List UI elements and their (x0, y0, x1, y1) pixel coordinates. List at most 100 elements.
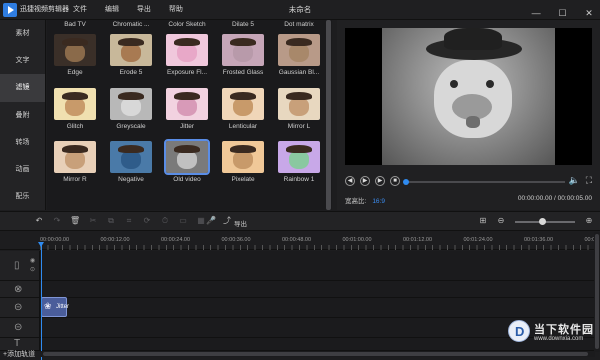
filter-tile[interactable]: Erode 5 (103, 34, 159, 76)
sidebar-item-transition[interactable]: 转场 (0, 129, 45, 156)
filter-thumbnail[interactable] (166, 88, 208, 120)
filter-track[interactable] (40, 298, 595, 318)
scrollbar-thumb[interactable] (326, 20, 331, 210)
fit-icon[interactable]: ⊞ (478, 216, 488, 226)
add-track-button[interactable]: +添加轨道 (3, 349, 35, 359)
video-preview[interactable] (345, 28, 592, 165)
zoom-out-icon[interactable]: ⊖ (496, 216, 506, 226)
export-icon[interactable]: ⤴ (222, 216, 232, 226)
filter-thumbnail[interactable] (110, 141, 152, 173)
filter-thumbnail[interactable] (164, 139, 210, 175)
copy-icon[interactable]: ⧉ (106, 216, 116, 226)
rotate-icon[interactable]: ⟳ (142, 216, 152, 226)
filter-label: Mirror L (287, 123, 311, 130)
filter-tile[interactable]: Pixelate (215, 141, 271, 183)
zoom-knob[interactable] (539, 218, 546, 225)
freeze-icon[interactable]: ▭ (178, 216, 188, 226)
menu-file[interactable]: 文件 (73, 4, 87, 14)
lock-icon[interactable]: ⊙ (30, 266, 35, 273)
scrollbar-thumb[interactable] (43, 352, 588, 356)
filter-tile[interactable]: Rainbow 1 (271, 141, 327, 183)
sidebar-item-animation[interactable]: 动画 (0, 156, 45, 183)
ruler-time-label: 00:00:24.00 (161, 237, 191, 243)
filter-label: Edge (67, 69, 83, 76)
filter-tile[interactable]: Old video (159, 139, 215, 183)
filter-tile[interactable]: Negative (103, 141, 159, 183)
filter-tile[interactable]: Edge (47, 34, 103, 76)
thumbnail-hat (118, 92, 144, 100)
delete-icon[interactable]: 🗑 (70, 216, 80, 226)
filter-thumbnail[interactable] (54, 88, 96, 120)
zoom-slider[interactable] (515, 218, 575, 225)
sidebar-item-text[interactable]: 文字 (0, 47, 45, 74)
filter-thumbnail[interactable] (222, 88, 264, 120)
filter-tile[interactable]: Exposure Fl... (159, 34, 215, 76)
maximize-icon[interactable]: ☐ (556, 6, 570, 20)
menu-export[interactable]: 导出 (137, 4, 151, 14)
filter-scrollbar[interactable] (325, 20, 332, 210)
eye-icon[interactable]: ◉ (30, 257, 35, 264)
play-icon[interactable]: ▶ (360, 176, 370, 186)
volume-icon[interactable]: 🔈 (569, 175, 580, 186)
sidebar-item-music[interactable]: 配乐 (0, 183, 45, 210)
filter-tile[interactable]: Gaussian Bl... (271, 34, 327, 76)
filter-thumbnail[interactable] (278, 141, 320, 173)
stop-icon[interactable]: ■ (390, 176, 400, 186)
filter-row-top-labels: Bad TV Chromatic ... Color Sketch Dilate… (47, 20, 332, 32)
filter-thumbnail[interactable] (222, 34, 264, 66)
sidebar-item-media[interactable]: 素材 (0, 20, 45, 47)
filter-thumbnail[interactable] (278, 34, 320, 66)
filter-tile[interactable]: Glitch (47, 88, 103, 130)
seek-bar[interactable] (403, 179, 565, 185)
minimize-icon[interactable]: — (529, 6, 543, 20)
filter-thumbnail[interactable] (54, 141, 96, 173)
thumbnail-hat (230, 145, 256, 153)
cut-icon[interactable]: ✂ (88, 216, 98, 226)
link-icon: ⊗ (14, 284, 23, 295)
rewind-icon[interactable]: ◀ (345, 176, 355, 186)
menu-help[interactable]: 帮助 (169, 4, 183, 14)
menu-edit[interactable]: 编辑 (105, 4, 119, 14)
filter-label[interactable]: Dilate 5 (215, 21, 271, 28)
mosaic-icon[interactable]: ▦ (196, 216, 206, 226)
thumbnail-hat (62, 38, 88, 46)
microphone-icon[interactable]: 🎤 (206, 216, 216, 226)
fullscreen-icon[interactable]: ⛶ (586, 175, 592, 186)
preview-panel: ◀ ▶ ▶ ■ 🔈 ⛶ 宽高比: 16:9 00:00:00.00 / 00:00… (337, 20, 600, 210)
filter-thumbnail[interactable] (54, 34, 96, 66)
timeline-ruler[interactable]: 00:00:00.00 00:00:12.00 00:00:24.00 00:00:3… (0, 232, 600, 250)
filter-tile[interactable]: Lenticular (215, 88, 271, 130)
audio-track[interactable] (40, 281, 595, 298)
seek-knob[interactable] (403, 179, 409, 185)
playhead[interactable] (41, 244, 42, 360)
filter-tile[interactable]: Greyscale (103, 88, 159, 130)
filter-label[interactable]: Bad TV (47, 21, 103, 28)
zoom-in-icon[interactable]: ⊕ (584, 216, 594, 226)
speed-icon[interactable]: ⏱ (160, 216, 170, 226)
filter-label[interactable]: Dot matrix (271, 21, 327, 28)
filter-label[interactable]: Color Sketch (159, 21, 215, 28)
aspect-value[interactable]: 16:9 (372, 198, 385, 205)
filter-label[interactable]: Chromatic ... (103, 21, 159, 28)
undo-icon[interactable]: ↶ (34, 216, 44, 226)
filter-clip[interactable]: ❀ Jitter (41, 297, 69, 317)
video-track[interactable] (40, 251, 595, 281)
redo-icon[interactable]: ↷ (52, 216, 62, 226)
forward-icon[interactable]: ▶ (375, 176, 385, 186)
export-button[interactable]: 导出 (234, 218, 247, 228)
filter-tile[interactable]: Mirror L (271, 88, 327, 130)
filter-thumbnail[interactable] (110, 88, 152, 120)
filter-thumbnail[interactable] (166, 34, 208, 66)
filter-tile[interactable]: Mirror R (47, 141, 103, 183)
sidebar-item-filters[interactable]: 滤镜 (0, 74, 45, 102)
timeline-toolbar: ↶ ↷ 🗑 ✂ ⧉ ⌗ ⟳ ⏱ ▭ ▦ 🎤 ⤴ 导出 ⊞ ⊖ ⊕ (0, 211, 600, 231)
sidebar-item-overlay[interactable]: 叠附 (0, 102, 45, 129)
crop-icon[interactable]: ⌗ (124, 216, 134, 226)
filter-thumbnail[interactable] (110, 34, 152, 66)
close-icon[interactable]: ✕ (582, 6, 596, 20)
filter-thumbnail[interactable] (222, 141, 264, 173)
filter-tile[interactable]: Jitter (159, 88, 215, 130)
filter-tile[interactable]: Frosted Glass (215, 34, 271, 76)
filter-thumbnail[interactable] (278, 88, 320, 120)
filter-label: Negative (118, 176, 144, 183)
